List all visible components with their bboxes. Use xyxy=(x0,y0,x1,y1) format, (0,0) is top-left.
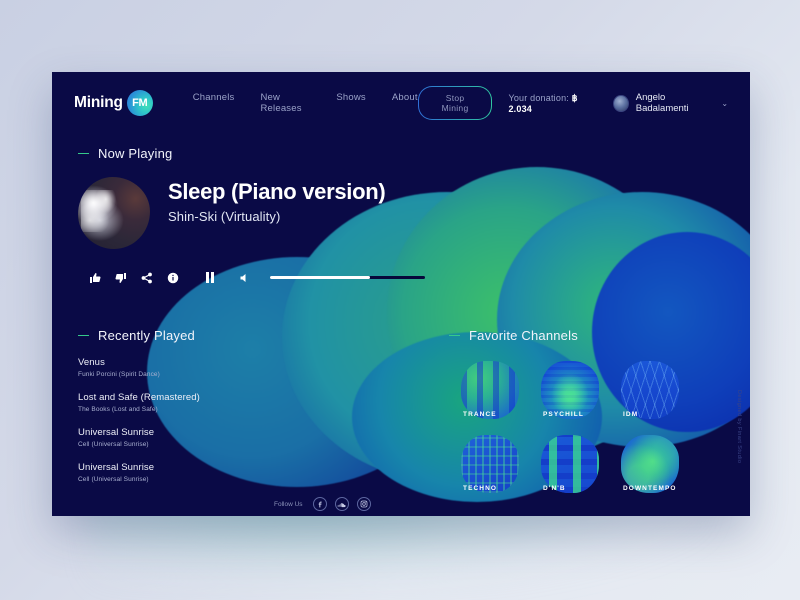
thumbs-up-icon[interactable] xyxy=(88,271,101,284)
favorite-channels-section: Favorite Channels TRANCE PSYCHILL IDM TE… xyxy=(427,328,750,511)
nav-item-shows[interactable]: Shows xyxy=(336,92,366,114)
channel-label: TRANCE xyxy=(463,411,497,418)
channel-label: PSYCHILL xyxy=(543,411,584,418)
info-icon[interactable] xyxy=(166,271,179,284)
user-name: Angelo Badalamenti xyxy=(635,92,689,114)
avatar xyxy=(613,94,629,112)
channel-label: D'N'B xyxy=(543,485,566,492)
share-icon[interactable] xyxy=(140,271,153,284)
channel-card-dnb[interactable]: D'N'B xyxy=(541,435,621,497)
donation-label: Your donation: xyxy=(508,92,569,103)
follow-us: Follow Us xyxy=(274,497,427,511)
section-label: Recently Played xyxy=(98,328,195,343)
channel-label: DOWNTEMPO xyxy=(623,485,677,492)
track-title: Venus xyxy=(78,357,105,368)
channel-card-techno[interactable]: TECHNO xyxy=(461,435,541,497)
chevron-down-icon: ⌄ xyxy=(721,98,729,108)
track-title: Universal Sunrise xyxy=(78,427,155,438)
logo-text: Mining xyxy=(74,94,123,111)
nav-item-about[interactable]: About xyxy=(392,92,418,114)
top-navbar: Mining FM Channels New Releases Shows Ab… xyxy=(52,72,750,134)
main-nav: Channels New Releases Shows About xyxy=(193,92,418,114)
list-item[interactable]: Venus Funki Porcini (Spirit Dance) xyxy=(78,357,427,378)
list-item[interactable]: Universal Sunrise Cell (Universal Sunris… xyxy=(78,462,427,483)
track-artist: Shin-Ski (Virtuality) xyxy=(168,209,281,224)
section-dash xyxy=(78,152,89,155)
list-item[interactable]: Universal Sunrise Cell (Universal Sunris… xyxy=(78,427,427,448)
lower-sections: Recently Played Venus Funki Porcini (Spi… xyxy=(52,328,750,511)
follow-us-label: Follow Us xyxy=(274,500,303,508)
soundcloud-icon[interactable] xyxy=(334,497,349,511)
now-playing-title: Now Playing xyxy=(78,146,750,161)
track-info: Sleep (Piano version) Shin-Ski (Virtuali… xyxy=(168,177,386,224)
track-subtitle: Funki Porcini (Spirit Dance) xyxy=(78,371,160,378)
section-label: Now Playing xyxy=(98,146,173,161)
instagram-icon[interactable] xyxy=(356,497,371,511)
track-subtitle: Cell (Universal Sunrise) xyxy=(78,441,149,448)
player-controls xyxy=(88,271,750,284)
list-item[interactable]: Lost and Safe (Remastered) The Books (Lo… xyxy=(78,392,427,413)
favorite-channels-title: Favorite Channels xyxy=(449,328,750,343)
channel-label: IDM xyxy=(623,411,639,418)
volume-icon[interactable] xyxy=(239,271,252,284)
recently-played-section: Recently Played Venus Funki Porcini (Spi… xyxy=(52,328,427,511)
pause-button[interactable] xyxy=(206,272,214,283)
track-title: Lost and Safe (Remastered) xyxy=(78,392,200,403)
track-title: Sleep (Piano version) xyxy=(168,179,386,204)
volume-slider-fill xyxy=(269,276,371,279)
user-menu[interactable]: Angelo Badalamenti ⌄ xyxy=(613,92,728,114)
donation-display: Your donation: ฿ 2.034 xyxy=(508,93,597,114)
player-card: Mining FM Channels New Releases Shows Ab… xyxy=(52,72,750,516)
thumbs-down-icon[interactable] xyxy=(114,271,127,284)
volume-slider[interactable] xyxy=(269,276,425,279)
track-title: Universal Sunrise xyxy=(78,462,155,473)
logo-badge-text: FM xyxy=(132,97,148,109)
logo[interactable]: Mining FM xyxy=(74,90,153,116)
channel-card-trance[interactable]: TRANCE xyxy=(461,361,541,423)
section-label: Favorite Channels xyxy=(469,328,578,343)
recently-played-list: Venus Funki Porcini (Spirit Dance) Lost … xyxy=(78,357,427,483)
favorite-channels-grid: TRANCE PSYCHILL IDM TECHNO D'N'B DOWNTEM… xyxy=(461,361,750,497)
track-subtitle: Cell (Universal Sunrise) xyxy=(78,476,149,483)
stop-mining-button[interactable]: Stop Mining xyxy=(418,86,493,120)
logo-badge-icon: FM xyxy=(126,90,153,116)
track-subtitle: The Books (Lost and Safe) xyxy=(78,406,158,413)
section-dash xyxy=(78,334,89,337)
channel-card-idm[interactable]: IDM xyxy=(621,361,701,423)
design-credit: Designed by Finart Studio xyxy=(736,390,742,464)
nav-item-channels[interactable]: Channels xyxy=(193,92,235,114)
recently-played-title: Recently Played xyxy=(78,328,427,343)
channel-card-psychill[interactable]: PSYCHILL xyxy=(541,361,621,423)
album-art xyxy=(78,177,150,249)
now-playing-section: Now Playing Sleep (Piano version) Shin-S… xyxy=(52,134,750,284)
nav-item-new-releases[interactable]: New Releases xyxy=(260,92,310,114)
header-actions: Stop Mining Your donation: ฿ 2.034 Angel… xyxy=(418,86,728,120)
channel-label: TECHNO xyxy=(463,485,498,492)
channel-card-downtempo[interactable]: DOWNTEMPO xyxy=(621,435,701,497)
section-dash xyxy=(449,334,460,337)
facebook-icon[interactable] xyxy=(312,497,327,511)
